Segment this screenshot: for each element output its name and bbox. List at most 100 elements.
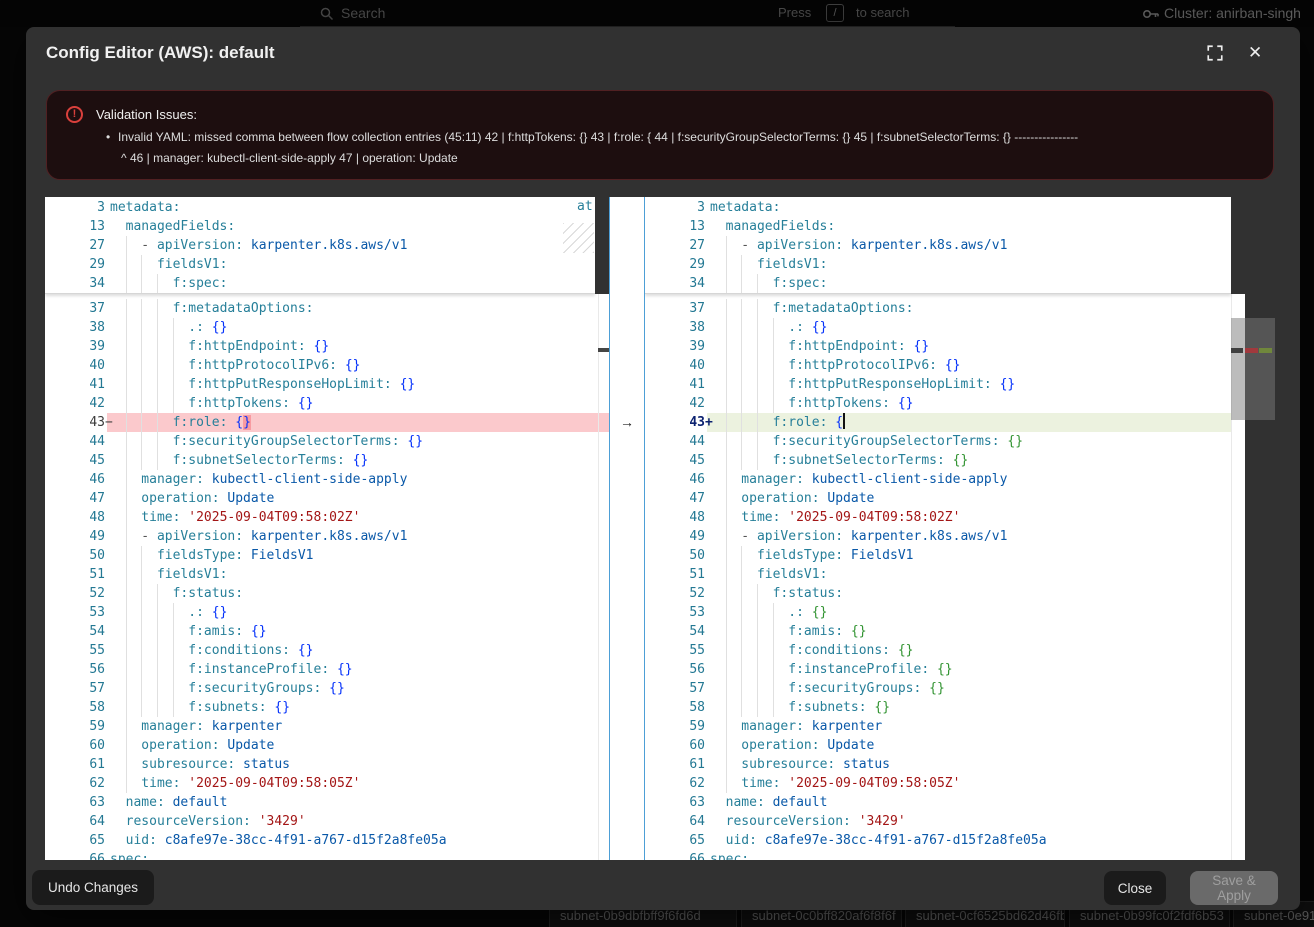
code-line-13[interactable]: 13managedFields: <box>645 217 1231 236</box>
code-line-55[interactable]: 55f:conditions: {} <box>45 641 609 660</box>
line-text: name: default <box>110 793 227 812</box>
fullscreen-icon[interactable] <box>1206 44 1224 62</box>
code-line-46[interactable]: 46manager: kubectl-client-side-apply <box>45 470 609 489</box>
line-text: f:httpProtocolIPv6: {} <box>710 356 960 375</box>
code-line-45[interactable]: 45f:subnetSelectorTerms: {} <box>645 451 1245 470</box>
code-line-63[interactable]: 63name: default <box>45 793 609 812</box>
code-line-57[interactable]: 57f:securityGroups: {} <box>645 679 1245 698</box>
close-icon[interactable]: ✕ <box>1248 44 1262 62</box>
code-line-62[interactable]: 62time: '2025-09-04T09:58:05Z' <box>645 774 1245 793</box>
code-line-40[interactable]: 40f:httpProtocolIPv6: {} <box>645 356 1245 375</box>
code-line-49[interactable]: 49- apiVersion: karpenter.k8s.aws/v1 <box>645 527 1245 546</box>
code-line-51[interactable]: 51fieldsV1: <box>645 565 1245 584</box>
overview-cursor-mark <box>598 348 609 352</box>
code-line-63[interactable]: 63name: default <box>645 793 1245 812</box>
code-line-52[interactable]: 52f:status: <box>45 584 609 603</box>
code-line-3[interactable]: 3metadata: <box>645 198 1231 217</box>
code-line-44[interactable]: 44f:securityGroupSelectorTerms: {} <box>45 432 609 451</box>
code-line-40[interactable]: 40f:httpProtocolIPv6: {} <box>45 356 609 375</box>
line-text: subresource: status <box>110 755 290 774</box>
code-line-43[interactable]: 43−f:role: {} <box>45 413 609 432</box>
code-line-60[interactable]: 60operation: Update <box>645 736 1245 755</box>
code-line-50[interactable]: 50fieldsType: FieldsV1 <box>645 546 1245 565</box>
code-line-59[interactable]: 59manager: karpenter <box>45 717 609 736</box>
diff-sash[interactable]: → <box>609 197 645 860</box>
code-line-41[interactable]: 41f:httpPutResponseHopLimit: {} <box>45 375 609 394</box>
code-line-56[interactable]: 56f:instanceProfile: {} <box>645 660 1245 679</box>
line-number: 59 <box>645 717 705 736</box>
code-line-50[interactable]: 50fieldsType: FieldsV1 <box>45 546 609 565</box>
code-line-42[interactable]: 42f:httpTokens: {} <box>645 394 1245 413</box>
code-line-44[interactable]: 44f:securityGroupSelectorTerms: {} <box>645 432 1245 451</box>
code-line-13[interactable]: 13managedFields: <box>45 217 595 236</box>
sticky-scroll-modified[interactable]: 3metadata:13managedFields:27- apiVersion… <box>645 197 1231 294</box>
code-line-53[interactable]: 53.: {} <box>645 603 1245 622</box>
diff-original-pane[interactable]: 37f:metadataOptions:38.: {}39f:httpEndpo… <box>45 197 609 860</box>
revert-change-arrow-icon[interactable]: → <box>610 413 644 432</box>
code-line-58[interactable]: 58f:subnets: {} <box>645 698 1245 717</box>
code-line-27[interactable]: 27- apiVersion: karpenter.k8s.aws/v1 <box>645 236 1231 255</box>
diff-overview-scrollbar[interactable] <box>1231 318 1275 420</box>
code-line-39[interactable]: 39f:httpEndpoint: {} <box>45 337 609 356</box>
code-line-47[interactable]: 47operation: Update <box>645 489 1245 508</box>
code-line-34[interactable]: 34f:spec: <box>645 274 1231 293</box>
code-line-61[interactable]: 61subresource: status <box>45 755 609 774</box>
undo-changes-button[interactable]: Undo Changes <box>32 870 154 905</box>
hidden-region-hatch[interactable] <box>563 223 594 253</box>
line-number: 41 <box>645 375 705 394</box>
code-line-58[interactable]: 58f:subnets: {} <box>45 698 609 717</box>
code-line-29[interactable]: 29fieldsV1: <box>45 255 595 274</box>
code-line-45[interactable]: 45f:subnetSelectorTerms: {} <box>45 451 609 470</box>
line-number: 48 <box>45 508 105 527</box>
code-line-27[interactable]: 27- apiVersion: karpenter.k8s.aws/v1 <box>45 236 595 255</box>
line-number: 51 <box>45 565 105 584</box>
code-line-42[interactable]: 42f:httpTokens: {} <box>45 394 609 413</box>
code-line-29[interactable]: 29fieldsV1: <box>645 255 1231 274</box>
code-line-62[interactable]: 62time: '2025-09-04T09:58:05Z' <box>45 774 609 793</box>
code-line-48[interactable]: 48time: '2025-09-04T09:58:02Z' <box>645 508 1245 527</box>
sticky-scroll-original[interactable]: 3metadata:13managedFields:27- apiVersion… <box>45 197 595 294</box>
code-line-51[interactable]: 51fieldsV1: <box>45 565 609 584</box>
code-line-37[interactable]: 37f:metadataOptions: <box>45 299 609 318</box>
code-line-59[interactable]: 59manager: karpenter <box>645 717 1245 736</box>
code-line-66[interactable]: 66spec: <box>645 850 1245 860</box>
code-line-43[interactable]: 43+f:role: { <box>645 413 1245 432</box>
line-text: f:securityGroupSelectorTerms: {} <box>110 432 423 451</box>
code-line-60[interactable]: 60operation: Update <box>45 736 609 755</box>
code-line-47[interactable]: 47operation: Update <box>45 489 609 508</box>
code-line-48[interactable]: 48 time: '2025-09-04T09:58:02Z' <box>45 508 609 527</box>
code-line-64[interactable]: 64resourceVersion: '3429' <box>645 812 1245 831</box>
code-line-55[interactable]: 55f:conditions: {} <box>645 641 1245 660</box>
code-line-64[interactable]: 64resourceVersion: '3429' <box>45 812 609 831</box>
close-button[interactable]: Close <box>1104 871 1166 905</box>
line-text: uid: c8afe97e-38cc-4f91-a767-d15f2a8fe05… <box>710 831 1047 850</box>
line-text: time: '2025-09-04T09:58:02Z' <box>110 508 360 527</box>
code-line-54[interactable]: 54f:amis: {} <box>45 622 609 641</box>
code-line-57[interactable]: 57f:securityGroups: {} <box>45 679 609 698</box>
code-line-52[interactable]: 52f:status: <box>645 584 1245 603</box>
code-line-37[interactable]: 37f:metadataOptions: <box>645 299 1245 318</box>
code-line-61[interactable]: 61subresource: status <box>645 755 1245 774</box>
code-line-38[interactable]: 38.: {} <box>45 318 609 337</box>
line-text: metadata: <box>710 198 780 217</box>
code-line-39[interactable]: 39f:httpEndpoint: {} <box>645 337 1245 356</box>
code-line-3[interactable]: 3metadata: <box>45 198 595 217</box>
code-line-38[interactable]: 38.: {} <box>645 318 1245 337</box>
save-apply-button[interactable]: Save & Apply <box>1190 871 1278 905</box>
code-line-54[interactable]: 54f:amis: {} <box>645 622 1245 641</box>
code-line-65[interactable]: 65uid: c8afe97e-38cc-4f91-a767-d15f2a8fe… <box>45 831 609 850</box>
code-line-66[interactable]: 66spec: <box>45 850 609 860</box>
code-line-46[interactable]: 46manager: kubectl-client-side-apply <box>645 470 1245 489</box>
code-line-41[interactable]: 41f:httpPutResponseHopLimit: {} <box>645 375 1245 394</box>
code-line-34[interactable]: 34f:spec: <box>45 274 595 293</box>
diff-modified-pane[interactable]: 37f:metadataOptions:38.: {}39f:httpEndpo… <box>645 197 1245 860</box>
sticky-notch <box>595 197 609 294</box>
line-text: fieldsV1: <box>110 255 227 274</box>
code-line-56[interactable]: 56f:instanceProfile: {} <box>45 660 609 679</box>
code-line-49[interactable]: 49- apiVersion: karpenter.k8s.aws/v1 <box>45 527 609 546</box>
line-text: resourceVersion: '3429' <box>110 812 306 831</box>
line-text: time: '2025-09-04T09:58:05Z' <box>110 774 360 793</box>
line-text: .: {} <box>110 318 227 337</box>
code-line-65[interactable]: 65uid: c8afe97e-38cc-4f91-a767-d15f2a8fe… <box>645 831 1245 850</box>
code-line-53[interactable]: 53.: {} <box>45 603 609 622</box>
